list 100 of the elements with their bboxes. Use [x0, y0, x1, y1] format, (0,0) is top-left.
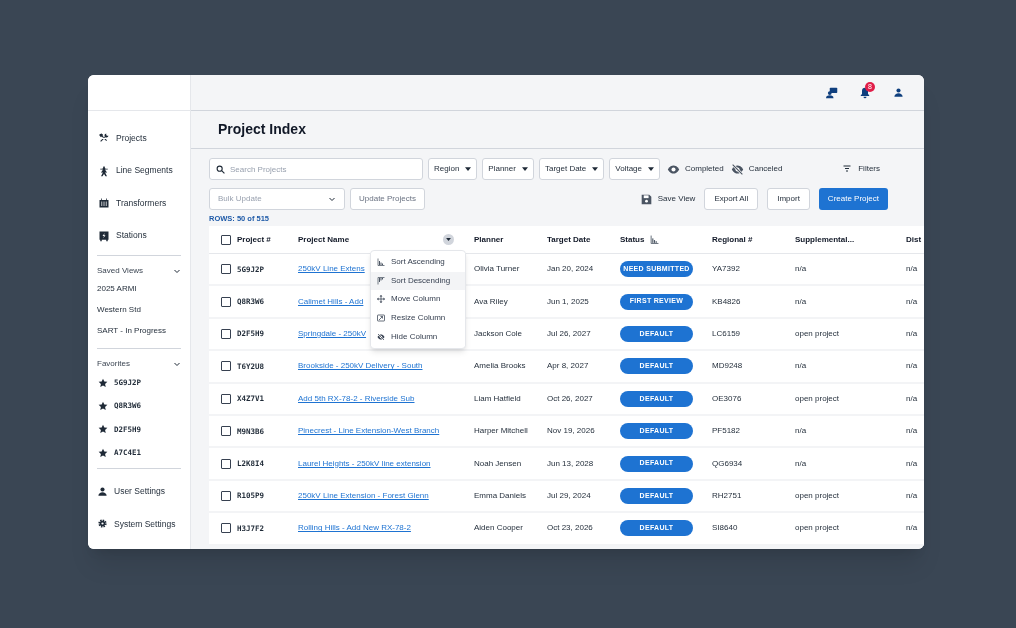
section-title: Saved Views [97, 265, 144, 277]
planner-name: Noah Jensen [474, 457, 522, 470]
sort-ascending-icon [377, 258, 385, 267]
filter-dropdown[interactable]: Planner [482, 158, 534, 180]
project-link[interactable]: Laurel Heights - 250kV line extension [298, 457, 431, 470]
checkbox[interactable] [221, 490, 231, 501]
star-icon [98, 377, 108, 388]
column-header[interactable]: Status [620, 233, 645, 246]
dist-text: n/a [906, 522, 918, 535]
project-link[interactable]: Pinecrest - Line Extension-West Branch [298, 425, 440, 438]
nav-item[interactable]: Line Segments [98, 154, 180, 187]
filter-dropdown[interactable]: Region [428, 158, 478, 180]
target-date: Jan 20, 2024 [547, 263, 594, 276]
target-date: Jun 13, 2028 [547, 457, 594, 470]
target-date: Oct 23, 2026 [547, 522, 593, 535]
monitor-person-icon[interactable] [826, 86, 838, 99]
project-link[interactable]: Springdale - 250kV [298, 327, 367, 340]
settings-icon [97, 518, 108, 530]
project-link[interactable]: Add 5th RX-78-2 - Riverside Sub [298, 392, 415, 405]
dist-text: n/a [906, 295, 918, 308]
caret-down-icon [465, 167, 472, 171]
planner-name: Aiden Cooper [474, 522, 523, 535]
planner-name: Emma Daniels [474, 489, 526, 502]
regional-number: LC6159 [712, 327, 741, 340]
target-date: Apr 8, 2027 [547, 360, 589, 373]
visibility-toggle[interactable]: Canceled [730, 162, 783, 176]
saved-view-item[interactable]: Western Std [97, 299, 181, 320]
column-header[interactable]: Project # [237, 233, 271, 246]
create-project-button[interactable]: Create Project [818, 188, 888, 210]
caret-down-icon [521, 167, 528, 171]
transformer-icon [98, 197, 110, 210]
column-header[interactable]: Planner [474, 233, 504, 246]
menu-item[interactable]: Move Column [371, 290, 465, 309]
project-link[interactable]: 250kV Line Extens [298, 263, 365, 276]
project-link[interactable]: Rolling Hills - Add New RX-78-2 [298, 522, 411, 535]
project-link[interactable]: Brookside - 250kV Delivery - South [298, 360, 423, 373]
sort-ascending-icon[interactable] [650, 235, 660, 244]
project-link[interactable]: 250kV Line Extension - Forest Glenn [298, 489, 429, 502]
checkbox[interactable] [221, 296, 231, 307]
target-date: Jul 29, 2024 [547, 489, 591, 502]
checkbox[interactable] [221, 361, 231, 372]
station-icon [98, 229, 110, 242]
dist-text: n/a [906, 489, 918, 502]
settings-item[interactable]: System Settings [97, 507, 181, 541]
column-header[interactable]: Supplemental... [795, 233, 855, 246]
regional-number: MD9248 [712, 360, 743, 373]
dist-text: n/a [906, 457, 918, 470]
section-title: Favorites [97, 358, 130, 370]
column-menu-button[interactable] [443, 234, 454, 245]
target-date: Oct 26, 2027 [547, 392, 593, 405]
supplemental-text: open project [795, 522, 840, 535]
filter-dropdown[interactable]: Voltage [609, 158, 660, 180]
column-header[interactable]: Regional # [712, 233, 753, 246]
checkbox[interactable] [221, 523, 231, 534]
column-header[interactable]: Target Date [547, 233, 591, 246]
eye-slash-icon [377, 332, 385, 341]
filter-dropdown[interactable]: Target Date [538, 158, 605, 180]
checkbox[interactable] [221, 328, 231, 339]
menu-item[interactable]: Hide Column [371, 327, 465, 346]
supplemental-text: n/a [795, 360, 807, 373]
dist-text: n/a [906, 425, 918, 438]
search-icon [216, 164, 225, 174]
saved-view-item[interactable]: 2025 ARMI [97, 278, 181, 299]
checkbox[interactable] [221, 426, 231, 437]
update-projects-button[interactable]: Update Projects [350, 188, 425, 210]
save-view-button[interactable]: Save View [640, 193, 696, 205]
checkbox[interactable] [221, 234, 231, 245]
page-title: Project Index [218, 120, 306, 139]
planner-name: Ava Riley [474, 295, 508, 308]
supplemental-text: open project [795, 392, 840, 405]
dist-text: n/a [906, 360, 918, 373]
checkbox[interactable] [221, 264, 231, 275]
caret-down-icon [446, 238, 451, 241]
regional-number: KB4826 [712, 295, 741, 308]
search-field[interactable]: Search Projects [209, 158, 423, 180]
resize-icon [377, 314, 385, 323]
checkbox[interactable] [221, 393, 231, 404]
chevron-down-icon[interactable] [173, 267, 181, 275]
checkbox[interactable] [221, 458, 231, 469]
star-icon [98, 447, 108, 458]
nav-item[interactable]: Projects [98, 122, 180, 155]
export-all-button[interactable]: Export All [704, 188, 759, 210]
supplemental-text: open project [795, 489, 840, 502]
import-button[interactable]: Import [767, 188, 810, 210]
column-header[interactable]: Project Name [298, 233, 350, 246]
column-header[interactable]: Dist [906, 233, 922, 246]
saved-view-item[interactable]: SART - In Progress [97, 320, 181, 341]
menu-item[interactable]: Sort Ascending [371, 253, 465, 272]
tower-icon [98, 164, 110, 177]
user-icon[interactable] [893, 87, 904, 98]
chevron-down-icon[interactable] [328, 195, 336, 203]
nav-item[interactable]: Stations [98, 219, 180, 252]
chevron-down-icon[interactable] [173, 360, 181, 368]
planner-name: Jackson Cole [474, 327, 523, 340]
project-link[interactable]: Calimet Hills - Add [298, 295, 364, 308]
target-date: Nov 19, 2026 [547, 425, 595, 438]
settings-item[interactable]: User Settings [97, 475, 181, 508]
filters-button[interactable]: Filters [842, 163, 880, 175]
visibility-toggle[interactable]: Completed [667, 162, 724, 176]
nav-item[interactable]: Transformers [98, 187, 180, 220]
